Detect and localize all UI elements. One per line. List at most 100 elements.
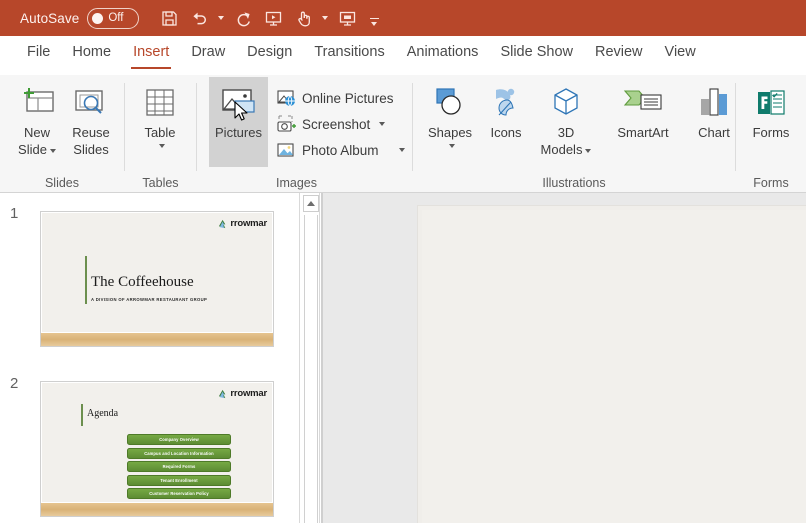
tab-draw[interactable]: Draw bbox=[180, 36, 236, 75]
slide-2-title: Agenda bbox=[87, 408, 119, 419]
arrowmar-logo: rrowmar bbox=[218, 218, 267, 229]
tab-insert[interactable]: Insert bbox=[122, 36, 180, 75]
ribbon-group-tables: Table Tables bbox=[125, 75, 196, 193]
slide-2-bottom-band bbox=[41, 502, 273, 516]
arrowmar-logo-text-2: rrowmar bbox=[230, 388, 267, 399]
thumbnail-slide-1[interactable]: 1 rrowmar The Coffeehouse A DIVISION OF … bbox=[0, 195, 300, 355]
ribbon-group-images: Pictures Online Pictures Screenshot Phot… bbox=[197, 75, 412, 193]
screenshot-icon bbox=[277, 115, 296, 134]
tab-review[interactable]: Review bbox=[584, 36, 654, 75]
pictures-icon bbox=[219, 83, 259, 123]
online-pictures-button[interactable]: Online Pictures bbox=[275, 85, 394, 111]
table-button[interactable]: Table bbox=[129, 77, 191, 167]
slide-2-accent-line bbox=[81, 404, 83, 426]
agenda-item: Company Overview bbox=[127, 434, 231, 445]
agenda-item: Required Forms bbox=[127, 461, 231, 472]
customize-quick-access-toolbar-icon[interactable] bbox=[363, 4, 385, 32]
arrowmar-logo-mark bbox=[219, 219, 226, 229]
forms-button[interactable]: Forms bbox=[740, 77, 802, 167]
shapes-icon bbox=[430, 83, 470, 123]
shapes-label: Shapes bbox=[427, 125, 473, 140]
slide-1-title: The Coffeehouse bbox=[91, 274, 194, 290]
ribbon-group-label-images: Images bbox=[276, 176, 317, 190]
photo-album-dropdown-caret-icon[interactable] bbox=[398, 148, 405, 152]
pictures-label: Pictures bbox=[215, 125, 262, 140]
tab-file[interactable]: File bbox=[16, 36, 61, 75]
reuse-slides-icon bbox=[72, 83, 110, 123]
photo-album-button[interactable]: Photo Album bbox=[275, 137, 405, 163]
ribbon-group-slides: New Slide Reuse Slides Slides bbox=[0, 75, 124, 193]
agenda-item: Tenant Enrollment bbox=[127, 474, 231, 486]
ribbon-group-illustrations: Shapes Icons 3D Models SmartArt Chart Il… bbox=[413, 75, 735, 193]
scroll-up-arrow-icon[interactable] bbox=[303, 195, 319, 212]
slide-editing-area[interactable] bbox=[321, 193, 806, 523]
redo-icon[interactable] bbox=[229, 4, 257, 32]
3d-models-label-line2: Models bbox=[540, 142, 583, 157]
3d-models-icon bbox=[547, 83, 585, 123]
tab-animations[interactable]: Animations bbox=[396, 36, 490, 75]
3d-models-dropdown-caret-icon[interactable] bbox=[585, 148, 592, 153]
tab-slide-show[interactable]: Slide Show bbox=[489, 36, 584, 75]
new-slide-icon bbox=[18, 83, 56, 123]
pictures-button[interactable]: Pictures bbox=[209, 77, 268, 167]
new-slide-button[interactable]: New Slide bbox=[6, 77, 68, 167]
icons-icon bbox=[486, 83, 526, 123]
tab-view[interactable]: View bbox=[654, 36, 707, 75]
slide-1-subtitle: A DIVISION OF ARROWMAR RESTAURANT GROUP bbox=[91, 297, 208, 302]
powerpoint-window: AutoSave Off File Home Insert Draw Desig… bbox=[0, 0, 806, 523]
thumbnail-slide-2[interactable]: 2 rrowmar Agenda Company Overview Campus… bbox=[0, 365, 300, 523]
forms-icon bbox=[752, 83, 790, 123]
title-bar: AutoSave Off bbox=[0, 0, 806, 36]
reuse-slides-label-line1: Reuse bbox=[72, 125, 110, 140]
ribbon-group-label-slides: Slides bbox=[44, 176, 80, 190]
3d-models-label-line1: 3D bbox=[557, 125, 575, 140]
undo-icon[interactable] bbox=[185, 4, 213, 32]
arrowmar-logo-text: rrowmar bbox=[230, 218, 267, 229]
slide-preview-1[interactable]: rrowmar The Coffeehouse A DIVISION OF AR… bbox=[40, 211, 274, 347]
slide-1-bottom-band bbox=[41, 332, 273, 346]
tab-transitions[interactable]: Transitions bbox=[303, 36, 395, 75]
save-icon[interactable] bbox=[155, 4, 183, 32]
screenshot-dropdown-caret-icon[interactable] bbox=[379, 122, 386, 126]
touch-mouse-mode-icon[interactable] bbox=[289, 4, 317, 32]
new-slide-label-line2: Slide bbox=[18, 142, 47, 157]
3d-models-button[interactable]: 3D Models bbox=[531, 77, 601, 167]
tab-home[interactable]: Home bbox=[61, 36, 122, 75]
shapes-dropdown-caret-icon[interactable] bbox=[448, 144, 455, 148]
icons-button[interactable]: Icons bbox=[475, 77, 537, 167]
slide-preview-2[interactable]: rrowmar Agenda Company Overview Campus a… bbox=[40, 381, 274, 517]
ribbon-tab-strip: File Home Insert Draw Design Transitions… bbox=[0, 36, 806, 75]
touch-mouse-mode-dropdown-caret-icon[interactable] bbox=[319, 4, 331, 32]
shapes-button[interactable]: Shapes bbox=[419, 77, 481, 167]
screenshot-button[interactable]: Screenshot bbox=[275, 111, 386, 137]
ribbon-group-label-illustrations: Illustrations bbox=[542, 176, 606, 190]
forms-label: Forms bbox=[752, 125, 790, 140]
current-slide-surface[interactable] bbox=[422, 210, 806, 523]
pane-divider[interactable] bbox=[321, 193, 323, 523]
quick-access-toolbar bbox=[155, 4, 385, 32]
new-slide-dropdown-caret-icon[interactable] bbox=[49, 148, 56, 153]
smartart-button[interactable]: SmartArt bbox=[605, 77, 681, 167]
photo-album-icon bbox=[277, 141, 296, 160]
arrowmar-logo-mark-2 bbox=[219, 389, 226, 399]
table-icon bbox=[142, 83, 178, 123]
reuse-slides-button[interactable]: Reuse Slides bbox=[60, 77, 122, 167]
ribbon: New Slide Reuse Slides Slides Table Tabl… bbox=[0, 75, 806, 193]
online-pictures-icon bbox=[277, 89, 296, 108]
screenshot-label: Screenshot bbox=[302, 116, 371, 132]
chart-label: Chart bbox=[698, 125, 730, 140]
start-presentation-icon[interactable] bbox=[259, 4, 287, 32]
arrowmar-logo-2: rrowmar bbox=[218, 388, 267, 399]
undo-dropdown-caret-icon[interactable] bbox=[215, 4, 227, 32]
table-label: Table bbox=[144, 125, 176, 140]
slide-number-1: 1 bbox=[10, 205, 19, 222]
scrollbar-track[interactable] bbox=[304, 215, 318, 523]
present-icon[interactable] bbox=[333, 4, 361, 32]
slide-thumbnail-pane[interactable]: 1 rrowmar The Coffeehouse A DIVISION OF … bbox=[0, 193, 300, 523]
tab-design[interactable]: Design bbox=[236, 36, 303, 75]
table-dropdown-caret-icon[interactable] bbox=[158, 144, 165, 148]
slide-number-2: 2 bbox=[10, 375, 19, 392]
current-slide-canvas[interactable] bbox=[417, 205, 806, 523]
thumbnail-pane-scrollbar[interactable] bbox=[301, 193, 320, 523]
autosave-toggle[interactable]: Off bbox=[87, 7, 140, 29]
